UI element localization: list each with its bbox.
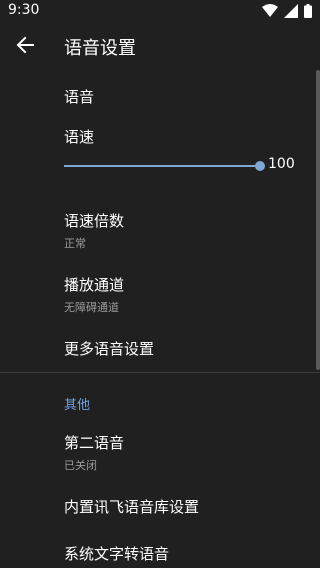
status-icons [262,3,312,22]
status-bar: 9:30 [0,0,320,24]
divider [0,372,320,373]
signal-icon [284,3,298,22]
setting-speed-multiplier[interactable]: 语速倍数 正常 [64,210,304,251]
setting-builtin-voice-label: 内置讯飞语音库设置 [64,498,200,516]
setting-speed: 语速 [64,126,304,147]
setting-playback-channel-label: 播放通道 [64,276,125,294]
app-bar: 语音设置 [0,24,320,70]
page-title: 语音设置 [64,38,136,59]
setting-second-voice-value: 已关闭 [64,459,97,472]
setting-builtin-voice[interactable]: 内置讯飞语音库设置 [64,496,304,517]
setting-speed-label: 语速 [64,128,95,146]
setting-voice[interactable]: 语音 [64,86,304,107]
wifi-icon [262,3,278,22]
setting-more-voice-label: 更多语音设置 [64,340,155,358]
speed-value: 100 [268,156,295,172]
setting-second-voice-label: 第二语音 [64,434,125,452]
section-other-title: 其他 [64,398,91,413]
back-button[interactable] [12,34,38,60]
setting-system-tts[interactable]: 系统文字转语音 [64,543,304,564]
arrow-left-icon [16,36,34,58]
setting-voice-label: 语音 [64,88,95,106]
setting-speed-multiplier-label: 语速倍数 [64,212,125,230]
setting-playback-channel[interactable]: 播放通道 无障碍通道 [64,274,304,315]
speed-slider-thumb[interactable] [255,161,265,171]
setting-more-voice[interactable]: 更多语音设置 [64,338,304,359]
setting-speed-multiplier-value: 正常 [64,237,86,250]
scrollbar[interactable] [316,70,320,370]
battery-icon [304,3,312,22]
setting-system-tts-label: 系统文字转语音 [64,545,170,563]
status-time: 9:30 [8,2,40,18]
setting-second-voice[interactable]: 第二语音 已关闭 [64,432,304,473]
setting-playback-channel-value: 无障碍通道 [64,301,119,314]
speed-slider-track [64,165,260,167]
speed-slider[interactable] [64,156,265,176]
